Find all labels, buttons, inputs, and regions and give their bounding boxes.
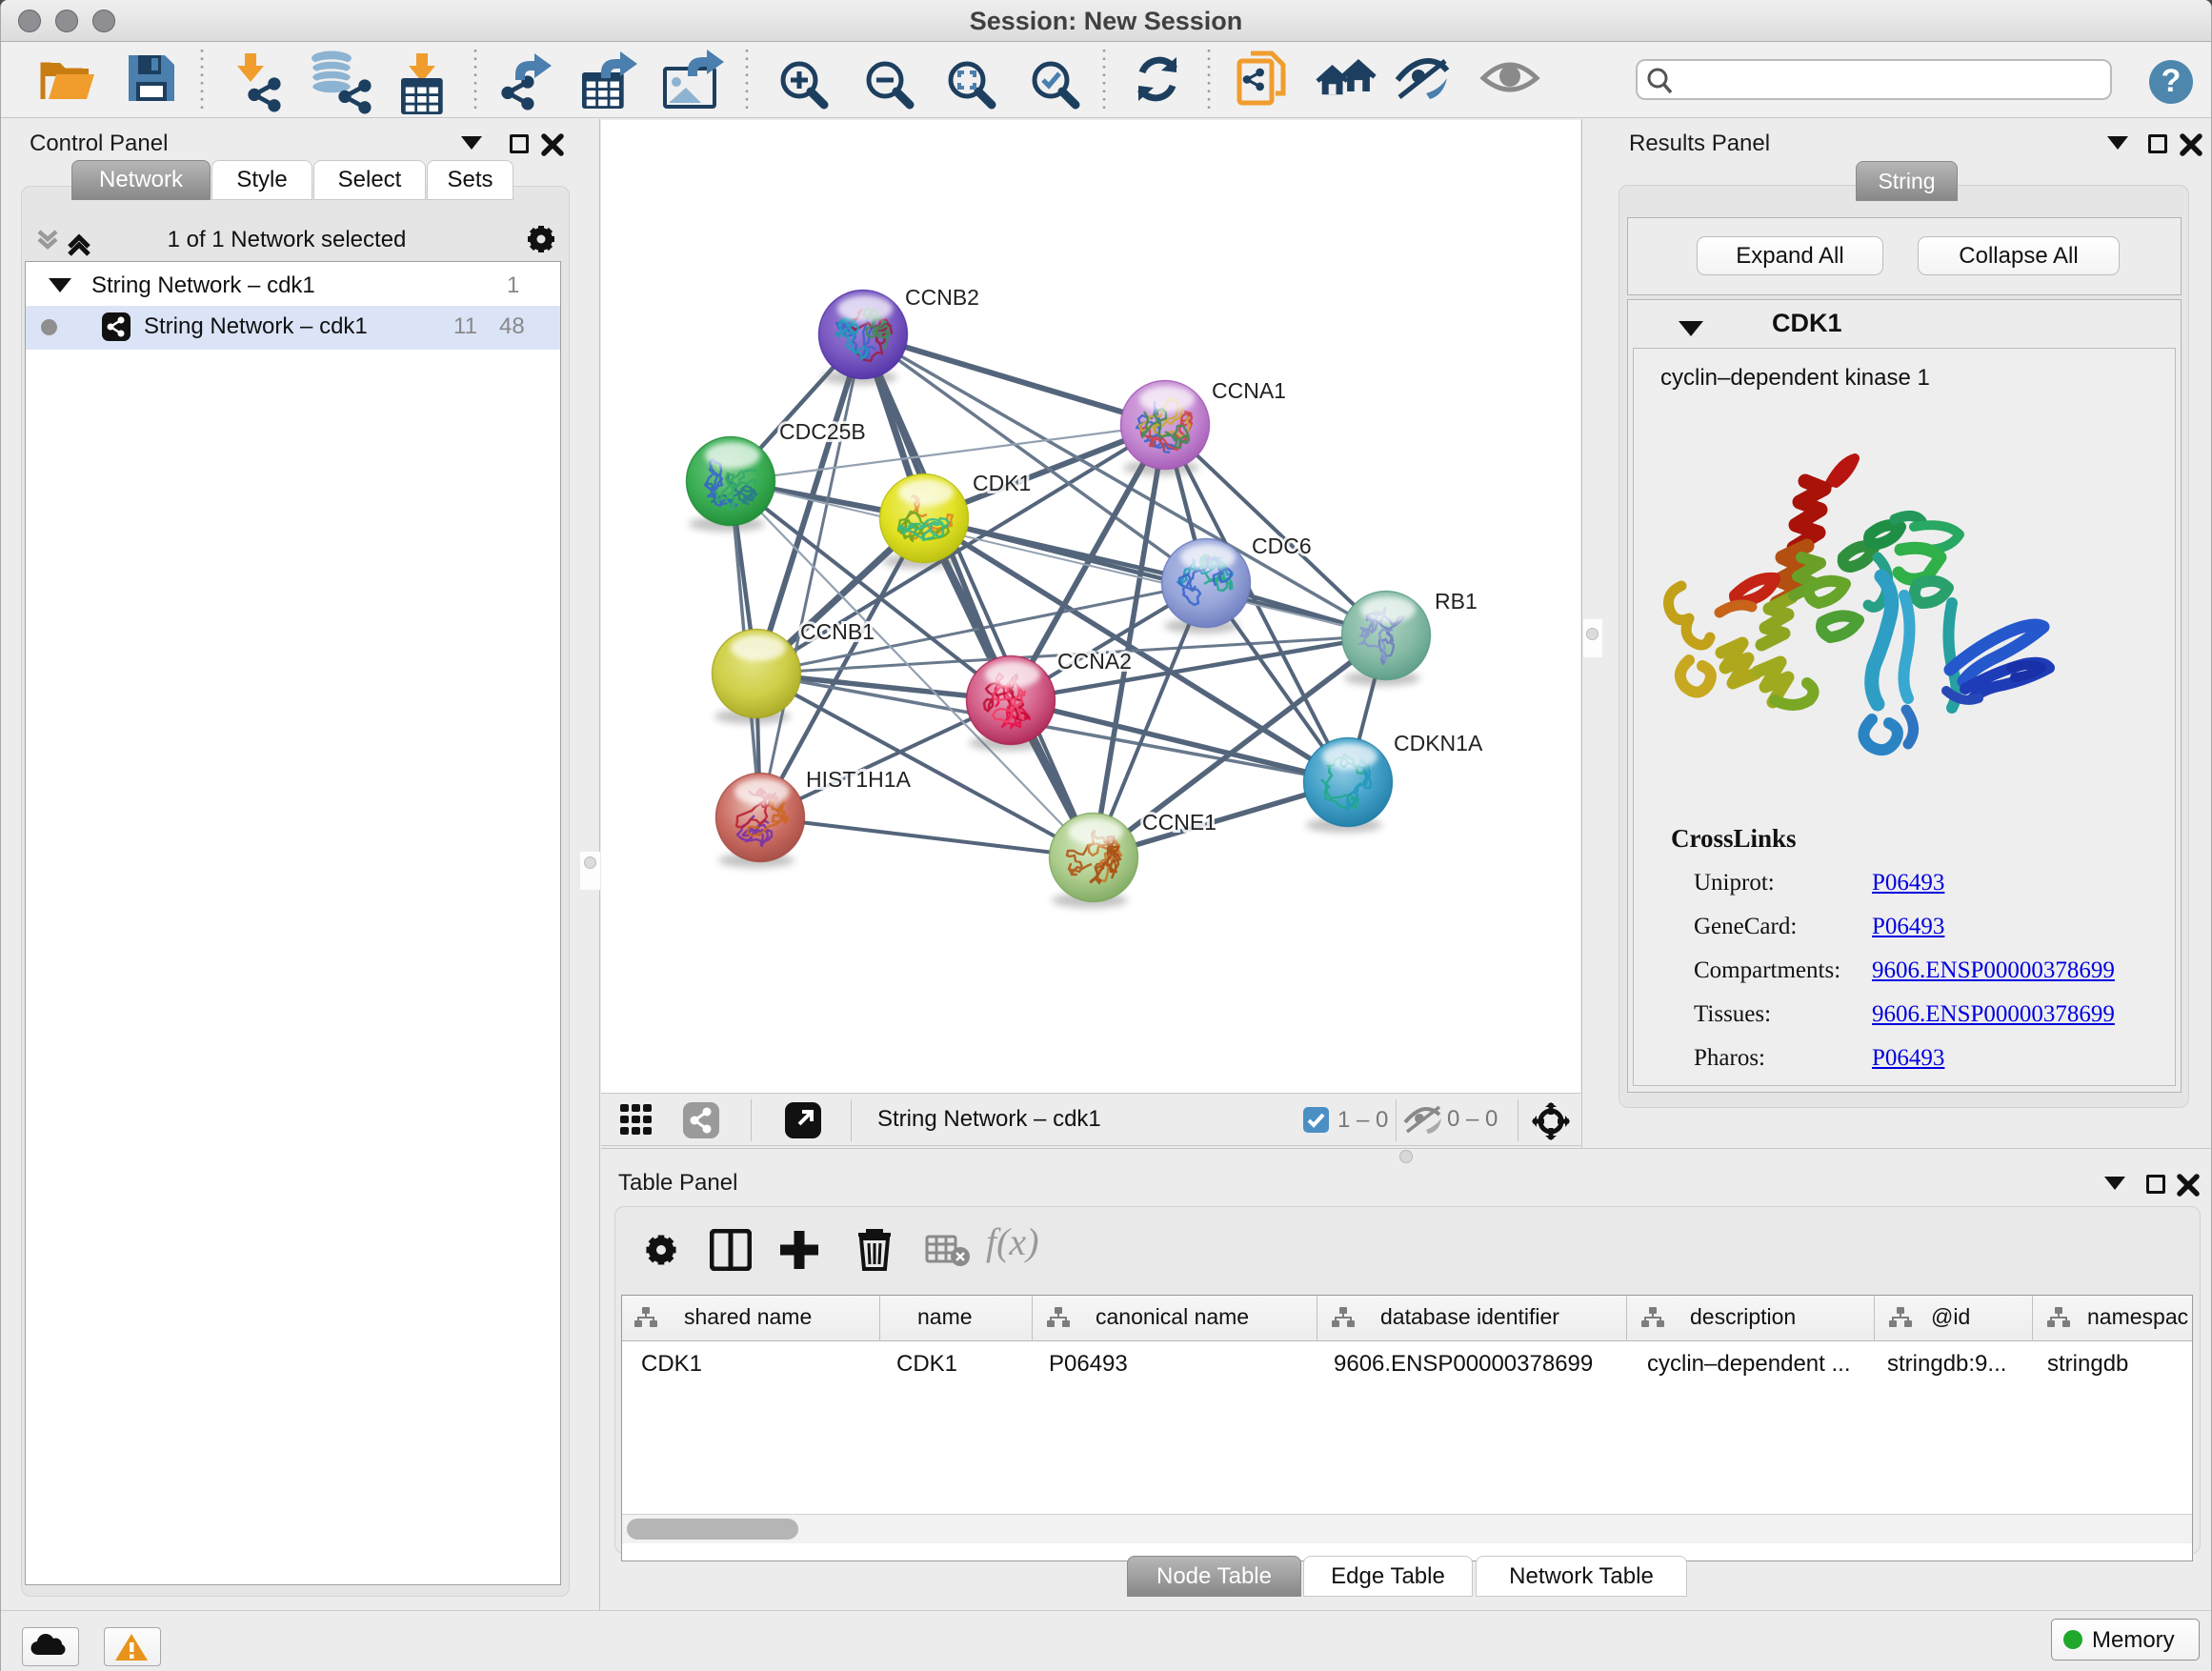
svg-text:CDC25B: CDC25B bbox=[779, 419, 866, 444]
svg-text:RB1: RB1 bbox=[1435, 589, 1478, 614]
svg-text:CCNA2: CCNA2 bbox=[1057, 649, 1132, 674]
svg-text:HIST1H1A: HIST1H1A bbox=[806, 767, 912, 792]
svg-text:CCNE1: CCNE1 bbox=[1142, 810, 1217, 835]
svg-text:CDK1: CDK1 bbox=[973, 471, 1031, 495]
svg-text:CDC6: CDC6 bbox=[1252, 534, 1312, 558]
svg-text:CCNB1: CCNB1 bbox=[800, 619, 875, 644]
svg-text:CDKN1A: CDKN1A bbox=[1394, 731, 1483, 755]
svg-text:CCNA1: CCNA1 bbox=[1212, 378, 1286, 403]
svg-text:CCNB2: CCNB2 bbox=[905, 285, 979, 310]
